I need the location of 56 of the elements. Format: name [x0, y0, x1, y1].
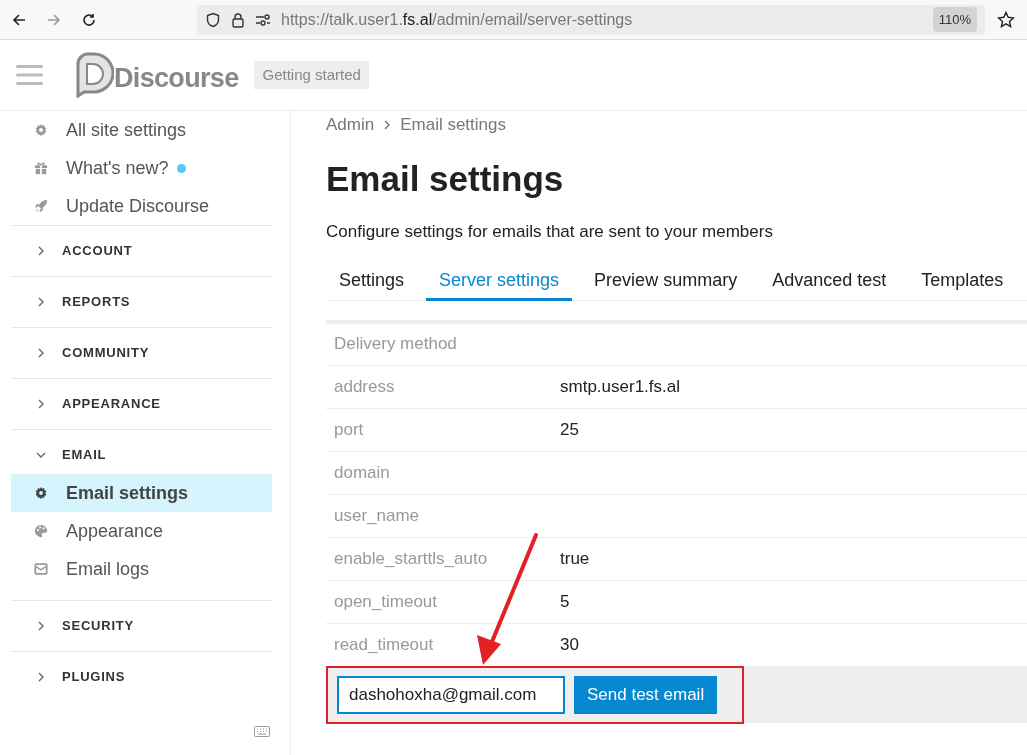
reload-icon[interactable]: [81, 11, 97, 28]
setting-name: read_timeout: [333, 633, 435, 656]
section-header[interactable]: PLUGINS: [11, 658, 272, 696]
setting-name: port: [333, 418, 365, 441]
setting-value: 5: [560, 590, 570, 613]
tab[interactable]: Server settings: [426, 262, 573, 301]
breadcrumb-link[interactable]: Email settings: [400, 112, 506, 138]
setting-value: smtp.user1.fs.al: [560, 375, 680, 398]
setting-name: enable_starttls_auto: [333, 547, 489, 570]
keyboard-icon[interactable]: [254, 726, 270, 737]
shield-icon[interactable]: [205, 11, 221, 28]
sidebar-link[interactable]: Appearance: [11, 512, 272, 550]
section-heading: Delivery method: [326, 323, 1027, 366]
setting-name: user_name: [333, 504, 421, 527]
tab[interactable]: Preview summary: [581, 262, 751, 301]
section-header[interactable]: REPORTS: [11, 283, 272, 321]
setting-value: 25: [560, 418, 579, 441]
section-header[interactable]: SECURITY: [11, 607, 272, 645]
permissions-icon[interactable]: [255, 12, 271, 27]
tab[interactable]: Templates: [908, 262, 1017, 301]
rocket-icon: [34, 199, 48, 213]
gift-icon: [34, 161, 48, 175]
breadcrumb-link[interactable]: Admin: [326, 112, 375, 138]
sidebar-link[interactable]: All site settings: [66, 116, 187, 144]
setting-name: domain: [333, 461, 391, 484]
setting-value: 30: [560, 633, 579, 656]
tab[interactable]: Advanced test: [759, 262, 900, 301]
section-header[interactable]: COMMUNITY: [11, 334, 272, 372]
section-header[interactable]: APPEARANCE: [11, 385, 272, 423]
url-text[interactable]: https://talk.user1.fs.al/admin/email/server-settings: [281, 7, 633, 32]
sidebar-link[interactable]: Update Discourse: [66, 192, 210, 220]
section-header[interactable]: ACCOUNT: [11, 232, 272, 270]
section-header[interactable]: EMAIL: [11, 436, 272, 474]
palette-icon: [34, 524, 48, 538]
back-icon[interactable]: [11, 11, 27, 28]
breadcrumb-separator-icon: [383, 120, 392, 130]
settings-icon: [34, 123, 48, 137]
zoom-level[interactable]: 110%: [932, 6, 977, 33]
sidebar-link[interactable]: What's new?: [66, 154, 169, 182]
page-description: Configure settings for emails that are sent to your members: [326, 221, 774, 243]
setting-value: true: [560, 547, 590, 570]
tab[interactable]: Settings: [326, 262, 418, 301]
page-title: Email settings: [326, 159, 565, 199]
address-bar[interactable]: https://talk.user1.fs.al/admin/email/server-settings 110%: [197, 4, 985, 35]
settings-icon: [34, 486, 48, 500]
envelope-icon: [34, 562, 48, 576]
bookmark-star-icon[interactable]: [997, 10, 1015, 29]
logo-wordmark[interactable]: Discourse: [114, 65, 239, 92]
setting-name: open_timeout: [333, 590, 439, 613]
email-input-field[interactable]: dashohoxha@gmail.com: [337, 675, 565, 714]
sidebar-link[interactable]: Email logs: [11, 550, 272, 588]
sidebar-link[interactable]: Email settings: [11, 474, 272, 512]
setting-name: address: [333, 375, 396, 398]
lock-icon[interactable]: [231, 11, 245, 28]
forward-icon[interactable]: [46, 11, 62, 28]
send-test-email-button[interactable]: Send test email: [574, 675, 718, 714]
